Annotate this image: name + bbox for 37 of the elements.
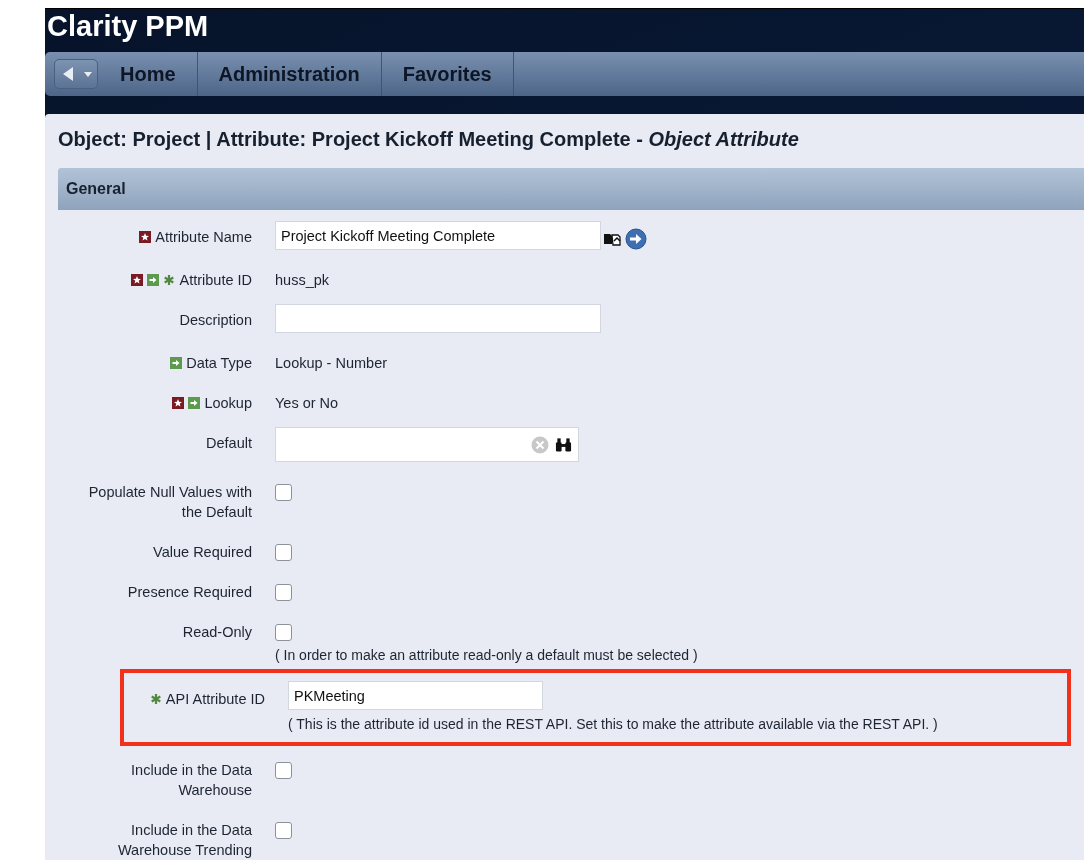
checkbox[interactable]	[275, 584, 292, 601]
binoculars-icon[interactable]	[555, 436, 572, 453]
field-label: Value Required	[153, 543, 252, 562]
field-label: Lookup	[204, 394, 252, 413]
field-note: ( In order to make an attribute read-only a default must be selected )	[275, 646, 698, 665]
page-title: Object: Project | Attribute: Project Kickoff Meeting Complete - Object Attribute	[58, 128, 800, 152]
checkbox[interactable]	[275, 762, 292, 779]
checkbox[interactable]	[275, 624, 292, 641]
app-title: Clarity PPM	[46, 9, 210, 44]
field-value: Yes or No	[275, 394, 339, 413]
clear-icon[interactable]	[531, 435, 549, 454]
input-field[interactable]: Project Kickoff Meeting Complete	[275, 221, 601, 250]
field-label: Description	[179, 311, 252, 330]
field-label: Include in the Data Warehouse	[130, 761, 252, 800]
field-label: Default	[206, 434, 252, 453]
input-field[interactable]	[275, 304, 601, 333]
menu-tab[interactable]: Administration	[197, 52, 382, 96]
checkbox[interactable]	[275, 484, 292, 501]
field-label: Attribute ID	[179, 271, 252, 290]
caret-icon[interactable]	[83, 69, 93, 79]
checkbox[interactable]	[275, 822, 292, 839]
field-label: Populate Null Values with the Default	[87, 483, 252, 522]
field-value: Lookup - Number	[275, 354, 388, 373]
field-label: Attribute Name	[155, 228, 252, 247]
field-label: Data Type	[186, 354, 252, 373]
field-label: Include in the Data Warehouse Trending	[116, 821, 252, 860]
field-label: Read-Only	[182, 623, 252, 642]
section-header: General	[58, 168, 1084, 210]
field-label: API Attribute ID	[165, 690, 265, 709]
field-label: Presence Required	[127, 583, 252, 602]
checkbox[interactable]	[275, 544, 292, 561]
input-field[interactable]: PKMeeting	[288, 681, 543, 710]
field-note: ( This is the attribute id used in the REST API. Set this to make the attribute available via the REST API. )	[288, 715, 938, 734]
menu-tab[interactable]: Favorites	[381, 52, 514, 96]
lookup-field[interactable]	[275, 427, 579, 462]
field-value: huss_pk	[275, 271, 329, 290]
menu-tab[interactable]: Home	[110, 52, 198, 96]
